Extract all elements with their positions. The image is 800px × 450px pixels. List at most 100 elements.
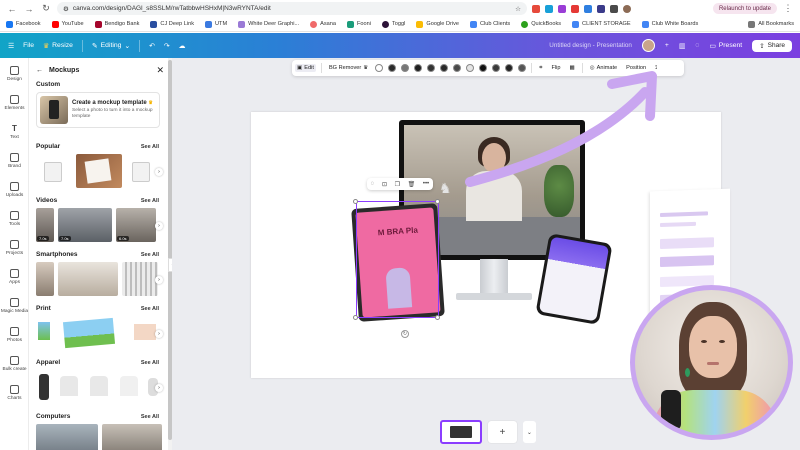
extension-icon[interactable] [545, 4, 553, 13]
document-title[interactable]: Untitled design - Presentation [549, 42, 632, 49]
bookmark-star-icon[interactable]: ☆ [515, 5, 521, 13]
profile-avatar[interactable] [623, 4, 631, 13]
lock-icon[interactable]: ⊡ [382, 181, 387, 188]
cloud-sync-icon[interactable]: ☁ [179, 42, 186, 50]
bookmark-item[interactable]: Google Drive [416, 20, 459, 28]
bookmark-item[interactable]: Fooni [346, 20, 371, 28]
all-bookmarks[interactable]: All Bookmarks [748, 20, 794, 28]
share-button[interactable]: ⇪ Share [752, 39, 792, 52]
back-arrow-icon[interactable]: ← [36, 67, 43, 74]
rail-item-elements[interactable]: Elements [0, 95, 29, 111]
computer-mockup[interactable] [36, 424, 98, 450]
site-info-icon[interactable]: ⚙ [63, 5, 69, 13]
chevron-right-icon[interactable]: › [155, 330, 163, 338]
bookmark-item[interactable]: White Deer Graphi... [238, 20, 299, 28]
transparency-icon[interactable]: ▩ [567, 64, 576, 72]
see-all-link[interactable]: See All [141, 414, 159, 420]
rail-item-photos[interactable]: Photos [0, 327, 29, 343]
apparel-mockup[interactable] [116, 370, 142, 404]
bookmark-item[interactable]: Club White Boards [641, 20, 698, 28]
bookmark-item[interactable]: CLIENT STORAGE [572, 20, 631, 28]
editing-mode-button[interactable]: ✎ Editing ⌄ [92, 42, 130, 50]
print-mockup[interactable] [56, 316, 126, 350]
crop-icon[interactable]: ⌗ [537, 64, 544, 73]
resize-handle[interactable] [435, 315, 440, 320]
smartphone-mockup[interactable] [58, 262, 118, 296]
present-button[interactable]: ▭ Present [709, 42, 742, 50]
resize-handle[interactable] [435, 199, 440, 204]
bookmark-item[interactable]: Bendigo Bank [94, 20, 139, 28]
extension-icon[interactable] [610, 4, 618, 13]
create-mockup-card[interactable]: Create a mockup template ♛ Select a phot… [36, 92, 160, 128]
see-all-link[interactable]: See All [141, 252, 159, 258]
color-picker-icon[interactable] [375, 64, 384, 72]
bookmark-item[interactable]: QuickBooks [521, 20, 561, 28]
rail-item-bulk-create[interactable]: Bulk create [0, 356, 29, 372]
color-swatch[interactable] [466, 64, 475, 72]
edit-button[interactable]: ▣ Edit [295, 64, 316, 72]
menu-icon[interactable]: ☰ [8, 42, 14, 50]
insights-icon[interactable]: ▥ [679, 42, 685, 50]
resize-handle[interactable] [353, 199, 358, 204]
duplicate-icon[interactable]: ❐ [395, 181, 400, 188]
bookmark-item[interactable]: CJ Deep Link [150, 20, 194, 28]
color-swatch[interactable] [505, 64, 514, 72]
rail-item-design[interactable]: Design [0, 66, 29, 82]
paint-format-icon[interactable]: ⟟ [653, 64, 659, 73]
bg-remover-button[interactable]: BG Remover ♛ [327, 64, 370, 72]
extension-icon[interactable] [558, 4, 566, 13]
rail-item-tools[interactable]: Tools [0, 211, 29, 227]
color-swatch[interactable] [388, 64, 397, 72]
chevron-right-icon[interactable]: › [155, 276, 163, 284]
chevron-right-icon[interactable]: › [155, 222, 163, 230]
color-swatch[interactable] [440, 64, 449, 72]
deer-ornament[interactable]: ♞ [439, 180, 457, 212]
apparel-mockup[interactable] [56, 370, 82, 404]
chevron-right-icon[interactable]: › [155, 384, 163, 392]
address-bar[interactable]: ⚙ canva.com/design/DAGl_s8SSLM/rwTatbbwH… [57, 2, 527, 15]
paper-mockup[interactable] [76, 154, 122, 188]
apparel-mockup[interactable] [36, 370, 52, 404]
color-swatch[interactable] [479, 64, 488, 72]
color-swatch[interactable] [453, 64, 462, 72]
bookmark-item[interactable]: Facebook [6, 20, 41, 28]
bookmark-item[interactable]: Asana [310, 20, 336, 28]
rail-item-uploads[interactable]: Uploads [0, 182, 29, 198]
mug-mockup[interactable] [36, 154, 72, 188]
extension-icon[interactable] [532, 4, 540, 13]
forward-icon[interactable]: → [23, 3, 35, 15]
rail-item-projects[interactable]: Projects [0, 240, 29, 256]
extension-icon[interactable] [584, 4, 592, 13]
comment-icon[interactable]: ◌ [371, 181, 375, 187]
avatar[interactable] [641, 39, 655, 52]
chevron-right-icon[interactable]: › [155, 168, 163, 176]
rail-item-brand[interactable]: Brand [0, 153, 29, 169]
rail-item-apps[interactable]: Apps [0, 269, 29, 285]
chevron-down-icon[interactable]: ⌄ [522, 421, 536, 443]
animate-button[interactable]: ◎ Animate [588, 64, 619, 72]
resize-button[interactable]: ♛ Resize [43, 42, 73, 50]
flip-button[interactable]: Flip [549, 64, 562, 72]
see-all-link[interactable]: See All [141, 144, 159, 150]
close-icon[interactable]: ✕ [156, 65, 164, 76]
mug-mockup[interactable] [126, 154, 156, 188]
color-swatch[interactable] [518, 64, 527, 72]
position-button[interactable]: Position [624, 64, 648, 72]
rail-item-charts[interactable]: Charts [0, 385, 29, 401]
resize-handle[interactable] [353, 315, 358, 320]
video-mockup[interactable]: 7.0s [58, 208, 112, 242]
print-mockup[interactable] [36, 316, 52, 350]
delete-icon[interactable]: 🗑 [408, 181, 416, 188]
see-all-link[interactable]: See All [141, 360, 159, 366]
back-icon[interactable]: ← [6, 3, 18, 15]
extension-icon[interactable] [597, 4, 605, 13]
rail-item-magic-media[interactable]: Magic Media [0, 298, 29, 314]
browser-menu-icon[interactable]: ⋮ [782, 3, 794, 15]
color-swatch[interactable] [414, 64, 423, 72]
smartphone-mockup[interactable] [36, 262, 54, 296]
comment-icon[interactable]: ◌ [695, 42, 699, 49]
computer-mockup[interactable] [102, 424, 162, 450]
add-page-button[interactable]: + [488, 421, 517, 443]
apparel-mockup[interactable] [86, 370, 112, 404]
file-menu[interactable]: File [23, 42, 34, 49]
